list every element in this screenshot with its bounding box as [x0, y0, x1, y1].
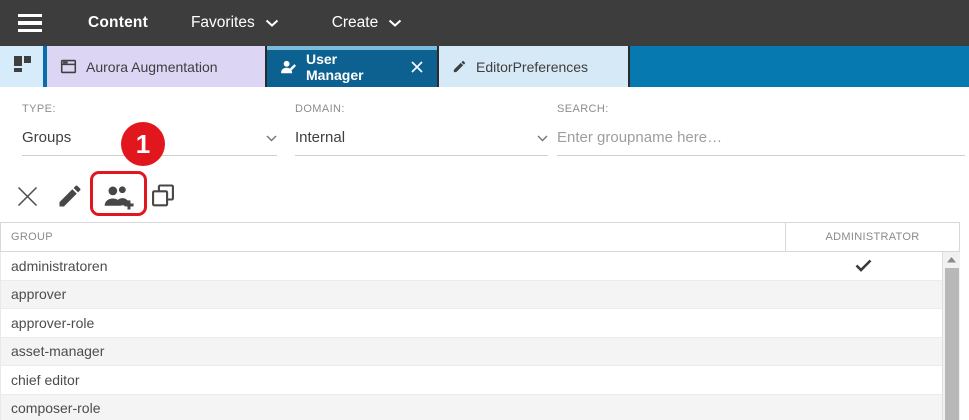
scroll-up-button[interactable] — [943, 252, 960, 267]
table-row[interactable]: approver — [1, 281, 942, 310]
add-group-icon — [102, 183, 134, 210]
tab-label: User Manager — [306, 51, 398, 83]
domain-select[interactable]: Internal — [295, 128, 548, 156]
administrator-cell — [785, 259, 942, 272]
tab-label: EditorPreferences — [476, 59, 588, 75]
table-row[interactable]: asset-manager — [1, 338, 942, 367]
tab-aurora-augmentation[interactable]: Aurora Augmentation — [47, 46, 265, 87]
app-mode-title: Content — [88, 14, 148, 32]
create-menu[interactable]: Create — [332, 14, 403, 32]
group-name-cell: administratoren — [1, 258, 785, 274]
type-label: TYPE: — [22, 103, 277, 116]
add-group-button[interactable] — [102, 183, 134, 210]
table-row[interactable]: composer-role — [1, 395, 942, 420]
pencil-icon — [56, 182, 84, 210]
copy-icon — [149, 182, 177, 210]
check-icon — [855, 259, 872, 272]
copy-group-button[interactable] — [149, 182, 177, 210]
tab-label: Aurora Augmentation — [86, 59, 218, 75]
hamburger-menu-icon[interactable] — [18, 14, 42, 33]
scrollbar-thumb[interactable] — [945, 268, 959, 420]
table-row[interactable]: approver-role — [1, 309, 942, 338]
search-input-wrap — [557, 128, 965, 156]
type-value: Groups — [22, 129, 266, 146]
delete-group-button[interactable] — [14, 183, 41, 210]
type-field: TYPE: Groups — [22, 103, 277, 156]
chevron-down-icon — [537, 129, 548, 146]
group-name-cell: asset-manager — [1, 343, 785, 359]
group-name-cell: chief editor — [1, 372, 785, 388]
user-manager-icon — [280, 59, 297, 75]
chevron-down-icon — [266, 129, 277, 146]
table-row[interactable]: chief editor — [1, 366, 942, 395]
scroll-up-arrow-icon — [947, 257, 956, 263]
tab-bar: Aurora Augmentation User Manager EditorP… — [0, 46, 969, 87]
content-item-icon — [60, 58, 77, 75]
chevron-down-icon — [388, 14, 402, 32]
group-name-cell: approver — [1, 286, 785, 302]
column-header-administrator[interactable]: ADMINISTRATOR — [785, 223, 959, 251]
edit-group-button[interactable] — [56, 182, 84, 210]
top-bar: Content Favorites Create — [0, 0, 969, 46]
delete-x-icon — [14, 183, 41, 210]
table-row[interactable]: administratoren — [1, 252, 942, 281]
pencil-icon — [452, 59, 467, 74]
domain-field: DOMAIN: Internal — [295, 103, 548, 156]
type-select[interactable]: Groups — [22, 128, 277, 156]
close-icon[interactable] — [410, 60, 424, 74]
search-label: SEARCH: — [557, 103, 965, 116]
create-label: Create — [332, 14, 379, 32]
group-toolbar — [0, 178, 969, 214]
filter-row: TYPE: Groups DOMAIN: Internal SEARCH: — [0, 87, 969, 156]
vertical-scrollbar[interactable] — [942, 252, 960, 420]
search-input[interactable] — [557, 128, 965, 147]
tab-user-manager[interactable]: User Manager — [267, 46, 437, 87]
table-header: GROUP ADMINISTRATOR — [0, 222, 960, 252]
group-name-cell: approver-role — [1, 315, 785, 331]
column-header-group[interactable]: GROUP — [1, 223, 785, 251]
chevron-down-icon — [265, 14, 279, 32]
favorites-menu[interactable]: Favorites — [191, 14, 279, 32]
domain-label: DOMAIN: — [295, 103, 548, 116]
tab-editor-preferences[interactable]: EditorPreferences — [439, 46, 628, 87]
group-name-cell: composer-role — [1, 400, 785, 416]
search-field: SEARCH: — [557, 103, 965, 156]
tabbar-empty-area — [630, 46, 969, 87]
domain-value: Internal — [295, 129, 537, 146]
table-body-rows: administratoren approver approver-role a… — [1, 252, 942, 420]
groups-table: GROUP ADMINISTRATOR administratoren appr… — [0, 222, 960, 420]
dashboard-icon — [11, 53, 33, 80]
table-body: administratoren approver approver-role a… — [0, 252, 960, 420]
tab-dashboard[interactable] — [0, 46, 43, 87]
favorites-label: Favorites — [191, 14, 255, 32]
